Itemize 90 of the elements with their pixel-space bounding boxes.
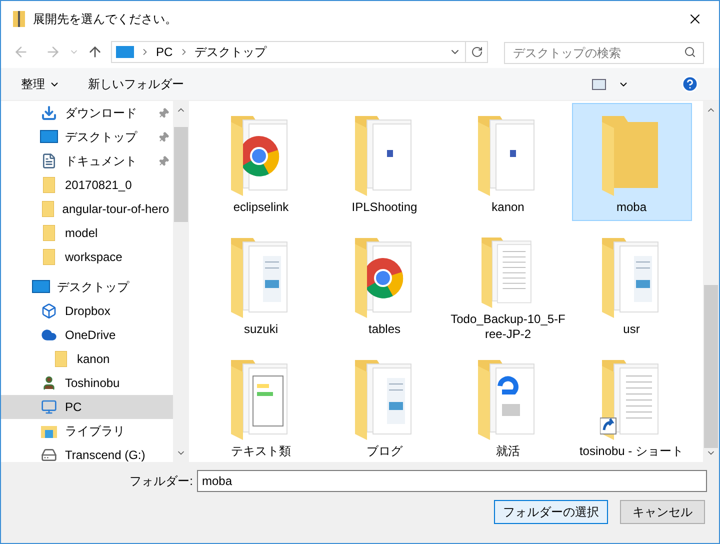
select-folder-button[interactable]: フォルダーの選択 — [494, 500, 608, 524]
folder-field[interactable]: moba — [197, 470, 707, 492]
help-icon[interactable] — [681, 75, 699, 93]
folder-name: kanon — [490, 200, 526, 215]
folder-tile[interactable]: usr — [572, 225, 692, 343]
folder-icon — [42, 201, 54, 217]
folder-tile[interactable]: suzuki — [201, 225, 321, 343]
sidebar-item[interactable]: 20170821_0 — [1, 173, 173, 197]
folder-tile[interactable]: テキスト類 — [201, 347, 321, 462]
pc-icon — [41, 399, 57, 415]
window-title: 展開先を選んでください。 — [33, 10, 177, 28]
desktop-icon — [32, 280, 50, 294]
breadcrumb[interactable]: デスクトップ — [194, 43, 267, 61]
drive-icon — [41, 447, 57, 462]
sidebar-item[interactable]: model — [1, 221, 173, 245]
folder-name: IPLShooting — [350, 200, 418, 215]
organize-button[interactable]: 整理 — [21, 75, 60, 93]
folder-name: Todo_Backup-10_5-Free-JP-2 — [450, 312, 566, 342]
up-icon[interactable] — [87, 44, 103, 60]
folder-name: ブログ — [366, 444, 404, 459]
folder-name: eclipselink — [232, 200, 290, 215]
sidebar-item[interactable]: ダウンロード — [1, 101, 173, 125]
sidebar-label: model — [65, 225, 99, 242]
search-field[interactable]: デスクトップの検索 — [504, 42, 704, 64]
scrollbar[interactable] — [703, 101, 719, 462]
sidebar-item[interactable]: Toshinobu — [1, 371, 173, 395]
zip-folder-icon — [13, 10, 25, 26]
folder-name: テキスト類 — [230, 444, 292, 459]
folder-icon — [43, 177, 55, 193]
folder-name: usr — [622, 322, 641, 337]
sidebar-item[interactable]: Transcend (G:) — [1, 443, 173, 462]
sidebar-label: ダウンロード — [65, 105, 138, 122]
folder-icon — [43, 249, 55, 265]
sidebar-label: Dropbox — [65, 303, 112, 320]
sidebar-label: ドキュメント — [65, 153, 138, 170]
sidebar-label: kanon — [77, 351, 111, 368]
pc-icon — [116, 46, 134, 58]
sidebar-label: workspace — [65, 249, 124, 266]
cloud-icon — [41, 327, 57, 343]
folder-tile[interactable]: moba — [572, 103, 692, 221]
sidebar-label: angular-tour-of-hero — [62, 201, 169, 218]
sidebar-item[interactable]: ドキュメント — [1, 149, 173, 173]
new-folder-button[interactable]: 新しいフォルダー — [88, 75, 184, 93]
refresh-icon[interactable] — [470, 46, 482, 58]
sidebar-label: 20170821_0 — [65, 177, 133, 194]
download-icon — [41, 105, 57, 121]
sidebar-item[interactable]: workspace — [1, 245, 173, 269]
sidebar-item[interactable]: デスクトップ — [1, 125, 173, 149]
desktop-icon — [40, 130, 58, 144]
sidebar-label: ライブラリ — [65, 423, 126, 440]
folder-name: suzuki — [242, 322, 279, 337]
document-icon — [41, 153, 57, 169]
scrollbar[interactable] — [173, 101, 189, 462]
folder-tile[interactable]: kanon — [448, 103, 568, 221]
sidebar-label: Transcend (G:) — [65, 447, 146, 462]
folder-tile[interactable]: tosinobu - ショート — [572, 347, 692, 462]
folder-name: tables — [367, 322, 402, 337]
folder-label: フォルダー: — [130, 473, 193, 490]
folder-icon — [55, 351, 67, 367]
folder-tile[interactable]: eclipselink — [201, 103, 321, 221]
sidebar-label: デスクトップ — [65, 129, 138, 146]
scroll-thumb[interactable] — [174, 127, 188, 222]
view-icon[interactable] — [592, 78, 606, 90]
library-icon — [41, 424, 57, 438]
search-icon — [684, 46, 696, 58]
breadcrumb[interactable]: PC — [156, 43, 173, 61]
sidebar-item[interactable]: PC — [1, 395, 173, 419]
cancel-button[interactable]: キャンセル — [620, 500, 705, 524]
sidebar-item[interactable]: kanon — [1, 347, 173, 371]
address-bar[interactable]: PC デスクトップ — [111, 41, 488, 63]
sidebar-label: Toshinobu — [65, 375, 121, 392]
sidebar-item[interactable]: OneDrive — [1, 323, 173, 347]
sidebar-label: OneDrive — [65, 327, 117, 344]
sidebar-item[interactable]: デスクトップ — [1, 275, 173, 299]
folder-name: moba — [615, 200, 648, 215]
sidebar-label: PC — [65, 399, 83, 416]
scroll-thumb[interactable] — [704, 285, 718, 448]
sidebar-item[interactable]: Dropbox — [1, 299, 173, 323]
sidebar-item[interactable]: angular-tour-of-hero — [1, 197, 173, 221]
folder-icon — [43, 225, 55, 241]
folder-name: 就活 — [495, 444, 521, 459]
folder-tile[interactable]: ブログ — [324, 347, 444, 462]
folder-tile[interactable]: tables — [324, 225, 444, 343]
folder-name: tosinobu - ショート — [578, 444, 685, 459]
folder-tile[interactable]: IPLShooting — [324, 103, 444, 221]
folder-tile[interactable]: 就活 — [448, 347, 568, 462]
sidebar-item[interactable]: ライブラリ — [1, 419, 173, 443]
folder-tile[interactable]: Todo_Backup-10_5-Free-JP-2 — [448, 225, 568, 343]
user-icon — [41, 375, 57, 391]
sidebar-label: デスクトップ — [57, 279, 130, 296]
